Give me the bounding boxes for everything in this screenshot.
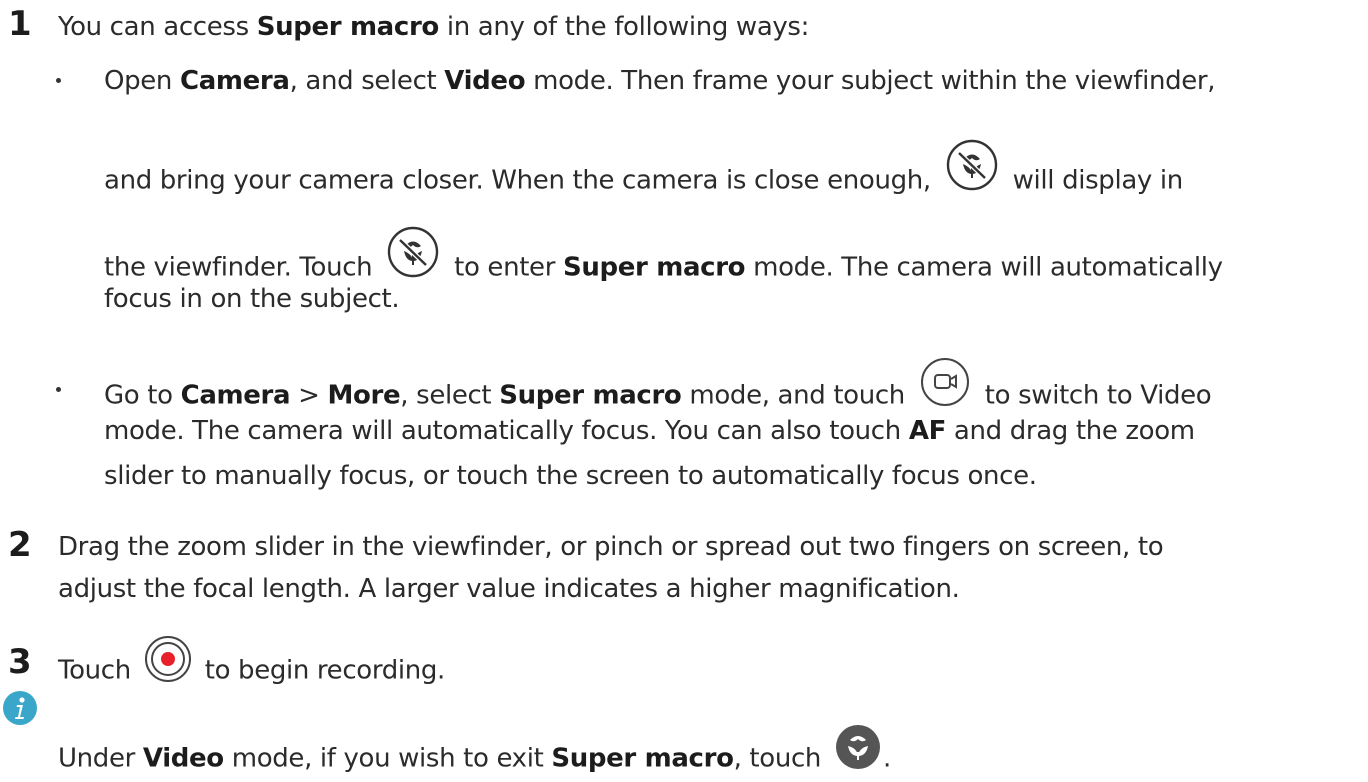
bold-video: Video xyxy=(444,66,526,96)
text: to switch to Video xyxy=(984,380,1212,411)
bullet-1-line-1: Open Camera, and select Video mode. Then… xyxy=(104,64,1215,98)
step-2-number: 2 xyxy=(8,525,32,565)
super-macro-off-icon xyxy=(945,138,999,192)
step-3-line: Touch to begin recording. xyxy=(58,636,446,696)
text: > xyxy=(298,380,320,411)
step-1-intro: You can access Super macro in any of the… xyxy=(58,10,809,44)
intro-bold: Super macro xyxy=(256,12,440,42)
bullet-2-line-3: slider to manually focus, or touch the s… xyxy=(104,459,1037,493)
text: Drag the zoom slider in the viewfinder, … xyxy=(58,532,1164,562)
text: and bring your camera closer. When the c… xyxy=(104,165,931,196)
step-2-line-2: adjust the focal length. A larger value … xyxy=(58,572,960,606)
text: mode. Then frame your subject within the… xyxy=(533,66,1216,96)
bullet-1-line-4: focus in on the subject. xyxy=(104,282,400,316)
flower-macro-icon xyxy=(835,724,881,770)
bullet-1-line-2: and bring your camera closer. When the c… xyxy=(104,139,1184,208)
bold-af: AF xyxy=(908,416,947,446)
bold-super-macro: Super macro xyxy=(499,380,682,411)
bold-super-macro: Super macro xyxy=(551,743,734,774)
text: to begin recording. xyxy=(204,655,446,686)
step-3-number: 3 xyxy=(8,642,32,682)
text: focus in on the subject. xyxy=(104,284,400,314)
bullet-2-dot xyxy=(56,387,61,392)
video-camera-icon xyxy=(919,356,971,408)
text: will display in xyxy=(1012,165,1184,196)
text: and drag the zoom xyxy=(953,416,1195,446)
text: Open xyxy=(104,66,173,96)
text: , touch xyxy=(733,743,822,774)
text: adjust the focal length. A larger value … xyxy=(58,574,960,604)
text: mode. The camera will automatically xyxy=(753,252,1223,283)
text: , and select xyxy=(289,66,437,96)
text: , select xyxy=(400,380,492,411)
text: mode, and touch xyxy=(689,380,905,411)
step-1-number: 1 xyxy=(8,4,32,44)
bold-super-macro: Super macro xyxy=(562,252,746,283)
bold-camera: Camera xyxy=(180,380,291,411)
text: mode. The camera will automatically focu… xyxy=(104,416,901,446)
bold-camera: Camera xyxy=(179,66,290,96)
text: Under xyxy=(58,743,135,774)
bold-more: More xyxy=(327,380,401,411)
text: to enter xyxy=(454,252,556,283)
intro-text: You can access xyxy=(58,12,249,42)
note-line: Under Video mode, if you wish to exit Su… xyxy=(58,725,891,782)
text: mode, if you wish to exit xyxy=(231,743,544,774)
step-2-line-1: Drag the zoom slider in the viewfinder, … xyxy=(58,530,1164,564)
text: Touch xyxy=(58,655,131,686)
super-macro-off-icon xyxy=(386,225,440,279)
bullet-1-dot xyxy=(56,78,61,83)
text: . xyxy=(882,743,891,774)
bold-video: Video xyxy=(142,743,224,774)
text: Go to xyxy=(104,380,173,411)
record-button-icon xyxy=(143,634,193,684)
info-icon xyxy=(2,690,38,730)
bullet-2-line-2: mode. The camera will automatically focu… xyxy=(104,414,1195,448)
text: the viewfinder. Touch xyxy=(104,252,373,283)
intro-tail: in any of the following ways: xyxy=(446,12,810,42)
text: slider to manually focus, or touch the s… xyxy=(104,461,1037,491)
